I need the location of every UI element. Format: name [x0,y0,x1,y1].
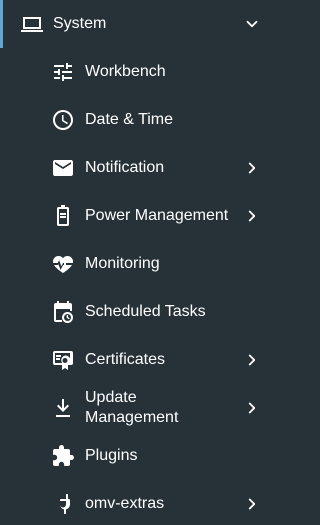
sidebar-item-monitoring[interactable]: Monitoring [0,240,288,288]
chevron-right-icon [243,159,261,177]
sidebar-item-omv-extras[interactable]: omv-extras [0,480,288,525]
sidebar-item-label: System [53,15,107,32]
certificate-icon [51,348,75,372]
sidebar-item-notification[interactable]: Notification [0,144,288,192]
sidebar-item-workbench[interactable]: Workbench [0,48,288,96]
chevron-right-icon [243,351,261,369]
sidebar-item-plugins[interactable]: Plugins [0,432,288,480]
power-plug-icon [51,492,75,516]
sidebar-item-label: Notification [85,159,165,176]
active-indicator [0,0,3,48]
laptop-icon [20,12,44,36]
tune-icon [51,60,75,84]
sidebar-item-date-time[interactable]: Date & Time [0,96,288,144]
sidebar-item-label: omv-extras [85,495,165,512]
sidebar-item-label: Plugins [85,447,138,464]
sidebar-item-scheduled-tasks[interactable]: Scheduled Tasks [0,288,288,336]
sidebar-item-label: Date & Time [85,111,174,128]
sidebar-item-label: Workbench [85,63,166,80]
heart-pulse-icon [51,252,75,276]
sidebar-item-label: Update Management [85,389,179,426]
sidebar-item-label: Power Management [85,207,229,224]
sidebar-nav: System Workbench Date & Time Notificatio… [0,0,288,525]
sidebar-item-label: Monitoring [85,255,160,272]
sidebar-item-system[interactable]: System [0,0,288,48]
puzzle-icon [51,444,75,468]
sidebar-item-power-management[interactable]: Power Management [0,192,288,240]
clock-icon [51,108,75,132]
battery-icon [51,204,75,228]
chevron-right-icon [243,495,261,513]
sidebar-item-update-management[interactable]: Update Management [0,384,288,432]
calendar-clock-icon [51,300,75,324]
sidebar-item-label: Certificates [85,351,166,368]
chevron-right-icon [243,207,261,225]
download-icon [51,396,75,420]
chevron-down-icon [243,15,261,33]
sidebar-item-certificates[interactable]: Certificates [0,336,288,384]
mail-icon [51,156,75,180]
sidebar-item-label: Scheduled Tasks [85,303,206,320]
chevron-right-icon [243,399,261,417]
